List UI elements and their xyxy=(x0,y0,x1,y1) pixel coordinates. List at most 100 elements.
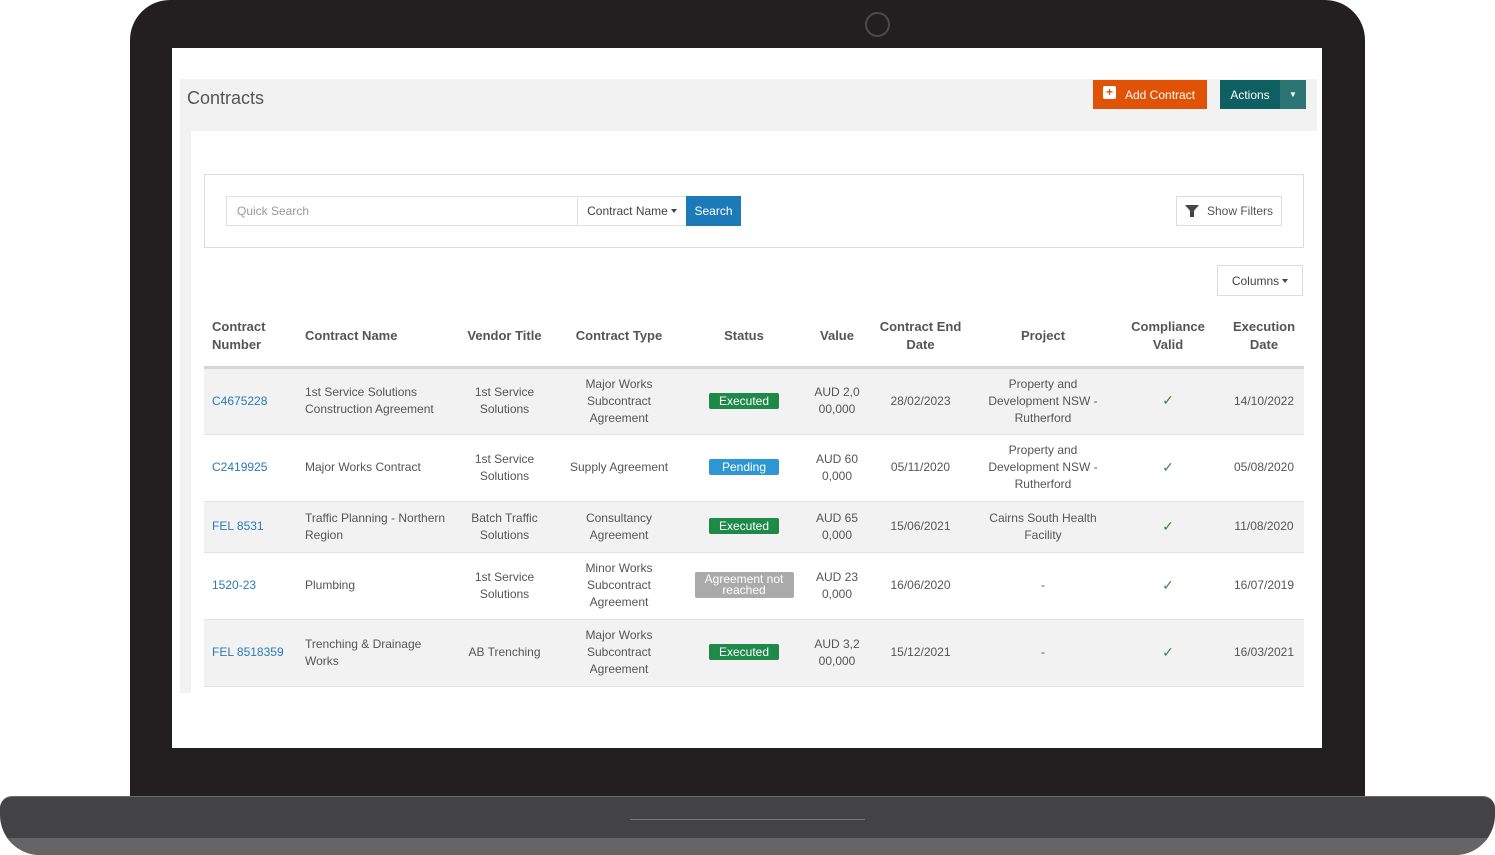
cell-contract-type: Minor Works Subcontract Agreement xyxy=(557,552,681,620)
cell-project: - xyxy=(974,619,1112,687)
cell-compliance-valid: ✓ xyxy=(1112,619,1224,687)
table-header-row: Contract Number Contract Name Vendor Titl… xyxy=(204,306,1304,369)
cell-compliance-valid: ✓ xyxy=(1112,552,1224,620)
cell-contract-number: C2419925 xyxy=(204,434,297,502)
search-button[interactable]: Search xyxy=(686,196,741,226)
cell-execution-date: 16/07/2019 xyxy=(1224,552,1304,620)
search-field-dropdown[interactable]: Contract Name xyxy=(578,196,687,226)
actions-button[interactable]: Actions xyxy=(1220,80,1280,109)
contract-number-link[interactable]: C4675228 xyxy=(212,394,267,408)
cell-contract-name: Plumbing xyxy=(297,552,452,620)
cell-value: AUD 650,000 xyxy=(807,501,867,553)
contracts-table: Contract Number Contract Name Vendor Titl… xyxy=(204,306,1304,687)
cell-execution-date: 11/08/2020 xyxy=(1224,501,1304,553)
cell-contract-end-date: 16/06/2020 xyxy=(867,552,974,620)
add-contract-label: Add Contract xyxy=(1125,87,1196,102)
contract-number-link[interactable]: C2419925 xyxy=(212,460,267,474)
header-contract-type[interactable]: Contract Type xyxy=(557,306,681,369)
header-project[interactable]: Project xyxy=(974,306,1112,369)
laptop-base xyxy=(0,796,1495,855)
columns-dropdown-button[interactable]: Columns xyxy=(1217,265,1303,296)
show-filters-button[interactable]: Show Filters xyxy=(1176,196,1282,226)
caret-down-icon: ▼ xyxy=(1289,90,1297,99)
cell-execution-date: 05/08/2020 xyxy=(1224,434,1304,502)
header-execution-date[interactable]: Execution Date xyxy=(1224,306,1304,369)
cell-contract-end-date: 05/11/2020 xyxy=(867,434,974,502)
status-badge: Executed xyxy=(709,644,779,660)
plus-square-icon: + xyxy=(1103,86,1116,99)
table-body: C4675228 1st Service Solutions Constructi… xyxy=(204,367,1304,687)
search-field-label: Contract Name xyxy=(587,204,668,218)
table-row[interactable]: FEL 8531 Traffic Planning - Northern Regi… xyxy=(204,501,1304,553)
header-status[interactable]: Status xyxy=(681,306,807,369)
cell-execution-date: 16/03/2021 xyxy=(1224,619,1304,687)
contract-number-link[interactable]: 1520-23 xyxy=(212,578,256,592)
show-filters-label: Show Filters xyxy=(1206,204,1274,218)
cell-status: Executed xyxy=(681,619,807,687)
cell-contract-end-date: 28/02/2023 xyxy=(867,367,974,435)
cell-status: Executed xyxy=(681,501,807,553)
header-vendor-title[interactable]: Vendor Title xyxy=(452,306,557,369)
header-contract-name[interactable]: Contract Name xyxy=(297,306,452,369)
table-row[interactable]: C4675228 1st Service Solutions Constructi… xyxy=(204,367,1304,435)
status-badge: Executed xyxy=(709,392,779,409)
contracts-panel: Quick Search Contract Name Search Show F… xyxy=(191,131,1317,693)
cell-vendor-title: 1st Service Solutions xyxy=(452,552,557,620)
laptop-base-edge xyxy=(0,838,1495,855)
checkmark-icon: ✓ xyxy=(1162,458,1174,475)
cell-vendor-title: AB Trenching xyxy=(452,619,557,687)
cell-contract-name: Trenching & Drainage Works xyxy=(297,619,452,687)
cell-contract-type: Consultancy Agreement xyxy=(557,501,681,553)
page-header: Contracts + Add Contract Actions ▼ xyxy=(180,79,1317,131)
contract-number-link[interactable]: FEL 8518359 xyxy=(212,645,284,659)
cell-contract-type: Supply Agreement xyxy=(557,434,681,502)
quick-search-input[interactable]: Quick Search xyxy=(226,196,578,226)
table-row[interactable]: FEL 8518359 Trenching & Drainage Works AB … xyxy=(204,619,1304,687)
cell-value: AUD 230,000 xyxy=(807,552,867,620)
header-compliance-valid[interactable]: Compliance Valid xyxy=(1112,306,1224,369)
cell-value: AUD 600,000 xyxy=(807,434,867,502)
contract-number-link[interactable]: FEL 8531 xyxy=(212,519,264,533)
columns-label: Columns xyxy=(1231,273,1280,288)
checkmark-icon: ✓ xyxy=(1162,576,1174,593)
cell-contract-name: 1st Service Solutions Construction Agree… xyxy=(297,367,452,435)
laptop-groove xyxy=(630,819,865,820)
cell-compliance-valid: ✓ xyxy=(1112,434,1224,502)
cell-project: - xyxy=(974,552,1112,620)
cell-contract-number: FEL 8531 xyxy=(204,501,297,553)
add-contract-button[interactable]: + Add Contract xyxy=(1093,80,1207,109)
cell-status: Agreement not reached xyxy=(681,552,807,620)
status-badge: Pending xyxy=(709,459,779,475)
cell-contract-number: 1520-23 xyxy=(204,552,297,620)
cell-vendor-title: 1st Service Solutions xyxy=(452,367,557,435)
table-row[interactable]: 1520-23 Plumbing 1st Service Solutions Mino… xyxy=(204,552,1304,620)
actions-button-group: Actions ▼ xyxy=(1220,80,1306,109)
header-value[interactable]: Value xyxy=(807,306,867,369)
cell-compliance-valid: ✓ xyxy=(1112,501,1224,553)
table-row[interactable]: C2419925 Major Works Contract 1st Service … xyxy=(204,434,1304,502)
camera-icon xyxy=(865,12,890,37)
cell-value: AUD 2,000,000 xyxy=(807,367,867,435)
contracts-app: Contracts + Add Contract Actions ▼ Quick… xyxy=(180,79,1317,693)
cell-status: Executed xyxy=(681,367,807,435)
header-contract-number[interactable]: Contract Number xyxy=(204,306,297,369)
cell-project: Cairns South Health Facility xyxy=(974,501,1112,553)
cell-contract-number: C4675228 xyxy=(204,367,297,435)
status-badge: Agreement not reached xyxy=(694,572,794,598)
actions-dropdown-toggle[interactable]: ▼ xyxy=(1280,80,1306,109)
cell-contract-type: Major Works Subcontract Agreement xyxy=(557,619,681,687)
header-contract-end-date[interactable]: Contract End Date xyxy=(867,306,974,369)
cell-contract-end-date: 15/06/2021 xyxy=(867,501,974,553)
page-title: Contracts xyxy=(187,88,265,108)
search-bar: Quick Search Contract Name Search Show F… xyxy=(204,174,1304,248)
cell-value: AUD 3,200,000 xyxy=(807,619,867,687)
cell-contract-number: FEL 8518359 xyxy=(204,619,297,687)
checkmark-icon: ✓ xyxy=(1162,643,1174,660)
screen: Contracts + Add Contract Actions ▼ Quick… xyxy=(172,48,1322,748)
cell-project: Property and Development NSW - Rutherfor… xyxy=(974,434,1112,502)
cell-execution-date: 14/10/2022 xyxy=(1224,367,1304,435)
cell-contract-name: Traffic Planning - Northern Region xyxy=(297,501,452,553)
funnel-icon xyxy=(1184,205,1199,217)
cell-compliance-valid: ✓ xyxy=(1112,367,1224,435)
cell-status: Pending xyxy=(681,434,807,502)
